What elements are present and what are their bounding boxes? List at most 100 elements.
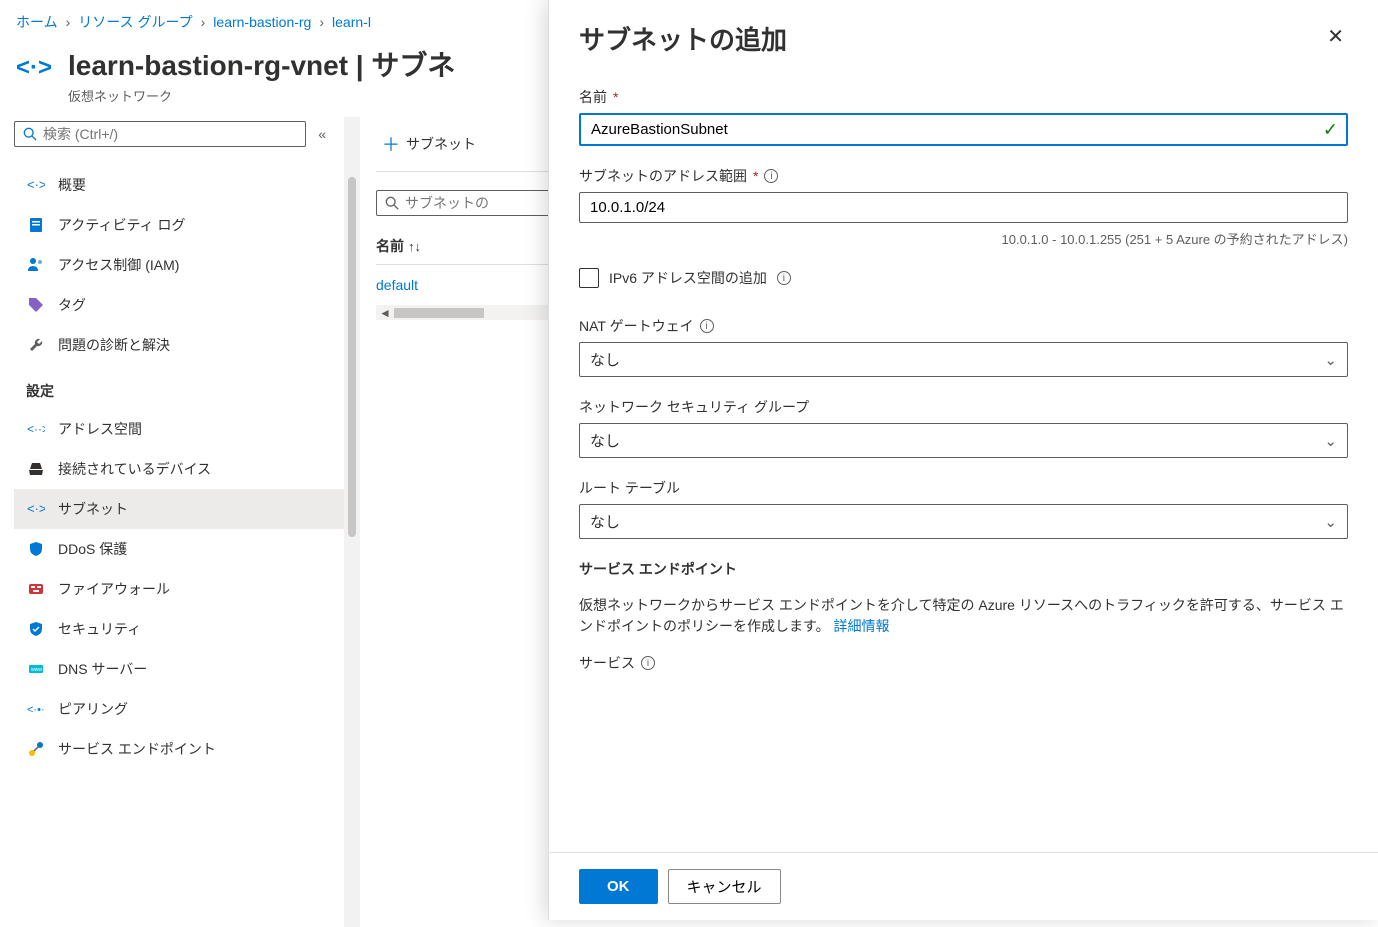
- route-table-dropdown[interactable]: なし ⌄: [579, 504, 1348, 539]
- security-icon: [26, 619, 46, 639]
- nav-address-space[interactable]: <··> アドレス空間: [14, 409, 344, 449]
- learn-more-link[interactable]: 詳細情報: [834, 618, 890, 634]
- crumb-home[interactable]: ホーム: [16, 12, 58, 32]
- nav-label: DDoS 保護: [58, 539, 127, 559]
- plus-icon: ＋: [382, 131, 400, 157]
- nav-subnets[interactable]: <·> サブネット: [14, 489, 344, 529]
- people-icon: [26, 255, 46, 275]
- tag-icon: [26, 295, 46, 315]
- nav-search-input[interactable]: [43, 126, 297, 142]
- address-hint: 10.0.1.0 - 10.0.1.255 (251 + 5 Azure の予約…: [579, 229, 1348, 248]
- shield-icon: [26, 539, 46, 559]
- nav-search[interactable]: [14, 121, 306, 147]
- crumb-resource-groups[interactable]: リソース グループ: [78, 12, 192, 32]
- nav-label: アクセス制御 (IAM): [58, 255, 179, 275]
- name-input[interactable]: [579, 113, 1348, 146]
- nav-label: サービス エンドポイント: [58, 739, 216, 759]
- ipv6-label: IPv6 アドレス空間の追加: [609, 268, 767, 288]
- close-icon[interactable]: ✕: [1323, 20, 1348, 53]
- button-label: サブネット: [406, 134, 476, 154]
- dropdown-value: なし: [590, 430, 620, 451]
- name-label: 名前*: [579, 87, 1348, 107]
- nav-label: タグ: [58, 295, 86, 315]
- checkmark-icon: ✓: [1323, 119, 1338, 140]
- search-icon: [23, 127, 37, 141]
- dropdown-value: なし: [590, 349, 620, 370]
- nav-section-settings: 設定: [14, 365, 344, 409]
- service-endpoints-desc: 仮想ネットワークからサービス エンドポイントを介して特定の Azure リソース…: [579, 595, 1348, 637]
- collapse-nav-icon[interactable]: «: [314, 122, 330, 146]
- nsg-dropdown[interactable]: なし ⌄: [579, 423, 1348, 458]
- firewall-icon: [26, 579, 46, 599]
- nav-service-endpoints[interactable]: サービス エンドポイント: [14, 729, 344, 769]
- wrench-icon: [26, 335, 46, 355]
- chevron-down-icon: ⌄: [1324, 432, 1337, 450]
- log-icon: [26, 215, 46, 235]
- nav-label: ファイアウォール: [58, 579, 170, 599]
- nav-diagnose[interactable]: 問題の診断と解決: [14, 325, 344, 365]
- peering-icon: <·•·>: [26, 699, 46, 719]
- route-table-label: ルート テーブル: [579, 478, 1348, 498]
- chevron-right-icon: ›: [319, 14, 324, 30]
- nav-label: ピアリング: [58, 699, 128, 719]
- endpoint-icon: [26, 739, 46, 759]
- address-range-label: サブネットのアドレス範囲* i: [579, 166, 1348, 186]
- info-icon[interactable]: i: [764, 169, 778, 183]
- nav-activity-log[interactable]: アクティビティ ログ: [14, 205, 344, 245]
- address-space-icon: <··>: [26, 419, 46, 439]
- ipv6-checkbox[interactable]: [579, 268, 599, 288]
- ok-button[interactable]: OK: [579, 869, 658, 904]
- cancel-button[interactable]: キャンセル: [668, 869, 781, 904]
- search-icon: [385, 196, 399, 210]
- info-icon[interactable]: i: [641, 656, 655, 670]
- nav-connected-devices[interactable]: 接続されているデバイス: [14, 449, 344, 489]
- nav-label: アクティビティ ログ: [58, 215, 186, 235]
- nav-label: 概要: [58, 175, 86, 195]
- subnet-icon: <·>: [26, 499, 46, 519]
- devices-icon: [26, 459, 46, 479]
- svg-text:www: www: [31, 667, 42, 673]
- chevron-down-icon: ⌄: [1324, 351, 1337, 369]
- dns-icon: www: [26, 659, 46, 679]
- dropdown-value: なし: [590, 511, 620, 532]
- svg-text:<·•·>: <·•·>: [27, 704, 45, 716]
- chevron-right-icon: ›: [66, 14, 71, 30]
- add-subnet-panel: サブネットの追加 ✕ 名前* ✓ サブネットのアドレス範囲* i 10.0.1.…: [548, 0, 1378, 920]
- col-label: 名前: [376, 236, 404, 256]
- panel-title: サブネットの追加: [579, 20, 787, 57]
- nav-firewall[interactable]: ファイアウォール: [14, 569, 344, 609]
- info-icon[interactable]: i: [700, 319, 714, 333]
- vnet-icon: <·>: [16, 50, 52, 86]
- nav-iam[interactable]: アクセス制御 (IAM): [14, 245, 344, 285]
- address-range-input[interactable]: [579, 192, 1348, 223]
- info-icon[interactable]: i: [777, 271, 791, 285]
- chevron-down-icon: ⌄: [1324, 513, 1337, 531]
- service-label: サービス i: [579, 653, 1348, 673]
- nat-dropdown[interactable]: なし ⌄: [579, 342, 1348, 377]
- nav-tags[interactable]: タグ: [14, 285, 344, 325]
- nav-label: DNS サーバー: [58, 659, 147, 679]
- vnet-icon: <·>: [26, 175, 46, 195]
- nav-ddos[interactable]: DDoS 保護: [14, 529, 344, 569]
- subnet-link[interactable]: default: [376, 277, 418, 293]
- nat-label: NAT ゲートウェイ i: [579, 316, 1348, 336]
- svg-text:<·>: <·>: [27, 501, 45, 516]
- svg-text:<·>: <·>: [16, 54, 52, 81]
- nsg-label: ネットワーク セキュリティ グループ: [579, 397, 1348, 417]
- nav-peering[interactable]: <·•·> ピアリング: [14, 689, 344, 729]
- nav-dns[interactable]: www DNS サーバー: [14, 649, 344, 689]
- nav-scrollbar[interactable]: [344, 117, 360, 927]
- panel-footer: OK キャンセル: [549, 852, 1378, 920]
- service-endpoints-heading: サービス エンドポイント: [579, 559, 1348, 579]
- col-header-name[interactable]: 名前 ↑↓: [376, 236, 421, 256]
- crumb-rg[interactable]: learn-bastion-rg: [213, 14, 311, 30]
- svg-text:<·>: <·>: [27, 177, 45, 192]
- nav-security[interactable]: セキュリティ: [14, 609, 344, 649]
- scroll-left-icon[interactable]: ◄: [376, 306, 394, 320]
- nav-label: アドレス空間: [58, 419, 142, 439]
- nav-label: セキュリティ: [58, 619, 141, 639]
- add-subnet-button[interactable]: ＋ サブネット: [376, 127, 482, 161]
- nav-overview[interactable]: <·> 概要: [14, 165, 344, 205]
- crumb-current[interactable]: learn-l: [332, 14, 371, 30]
- chevron-right-icon: ›: [201, 14, 206, 30]
